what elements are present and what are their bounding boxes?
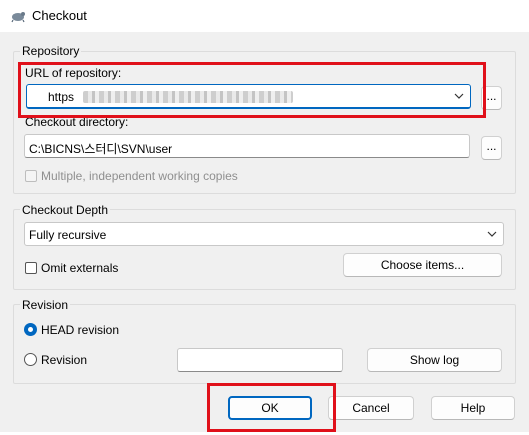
checkout-directory-input[interactable]: C:\BICNS\스터디\SVN\user <box>24 134 470 158</box>
multiple-working-copies-checkbox[interactable] <box>25 170 37 182</box>
revision-group-label: Revision <box>20 298 71 312</box>
choose-items-button[interactable]: Choose items... <box>343 253 502 277</box>
head-revision-label: HEAD revision <box>41 323 120 337</box>
show-log-button[interactable]: Show log <box>367 348 502 372</box>
tortoise-svn-icon <box>11 12 25 23</box>
checkout-directory-value: C:\BICNS\스터디\SVN\user <box>29 142 173 156</box>
window-title: Checkout <box>32 8 87 23</box>
ok-highlight-box <box>207 383 336 432</box>
chevron-down-icon[interactable] <box>487 229 497 239</box>
revision-label: Revision <box>41 353 88 367</box>
omit-externals-label: Omit externals <box>41 261 119 275</box>
checkout-depth-group-label: Checkout Depth <box>20 203 111 217</box>
help-button[interactable]: Help <box>431 396 515 420</box>
revision-group <box>13 304 516 384</box>
head-revision-radio[interactable] <box>24 323 37 336</box>
revision-input[interactable] <box>177 348 343 372</box>
multiple-working-copies-label: Multiple, independent working copies <box>41 169 238 183</box>
checkout-depth-select[interactable]: Fully recursive <box>24 222 504 246</box>
revision-radio[interactable] <box>24 353 37 366</box>
checkout-depth-value: Fully recursive <box>29 228 107 242</box>
repository-group-label: Repository <box>20 44 82 58</box>
title-bar: Checkout <box>0 0 529 32</box>
cancel-button[interactable]: Cancel <box>328 396 414 420</box>
omit-externals-checkbox[interactable] <box>25 262 37 274</box>
directory-browse-button[interactable]: ... <box>481 136 502 160</box>
url-highlight-box <box>18 62 486 118</box>
